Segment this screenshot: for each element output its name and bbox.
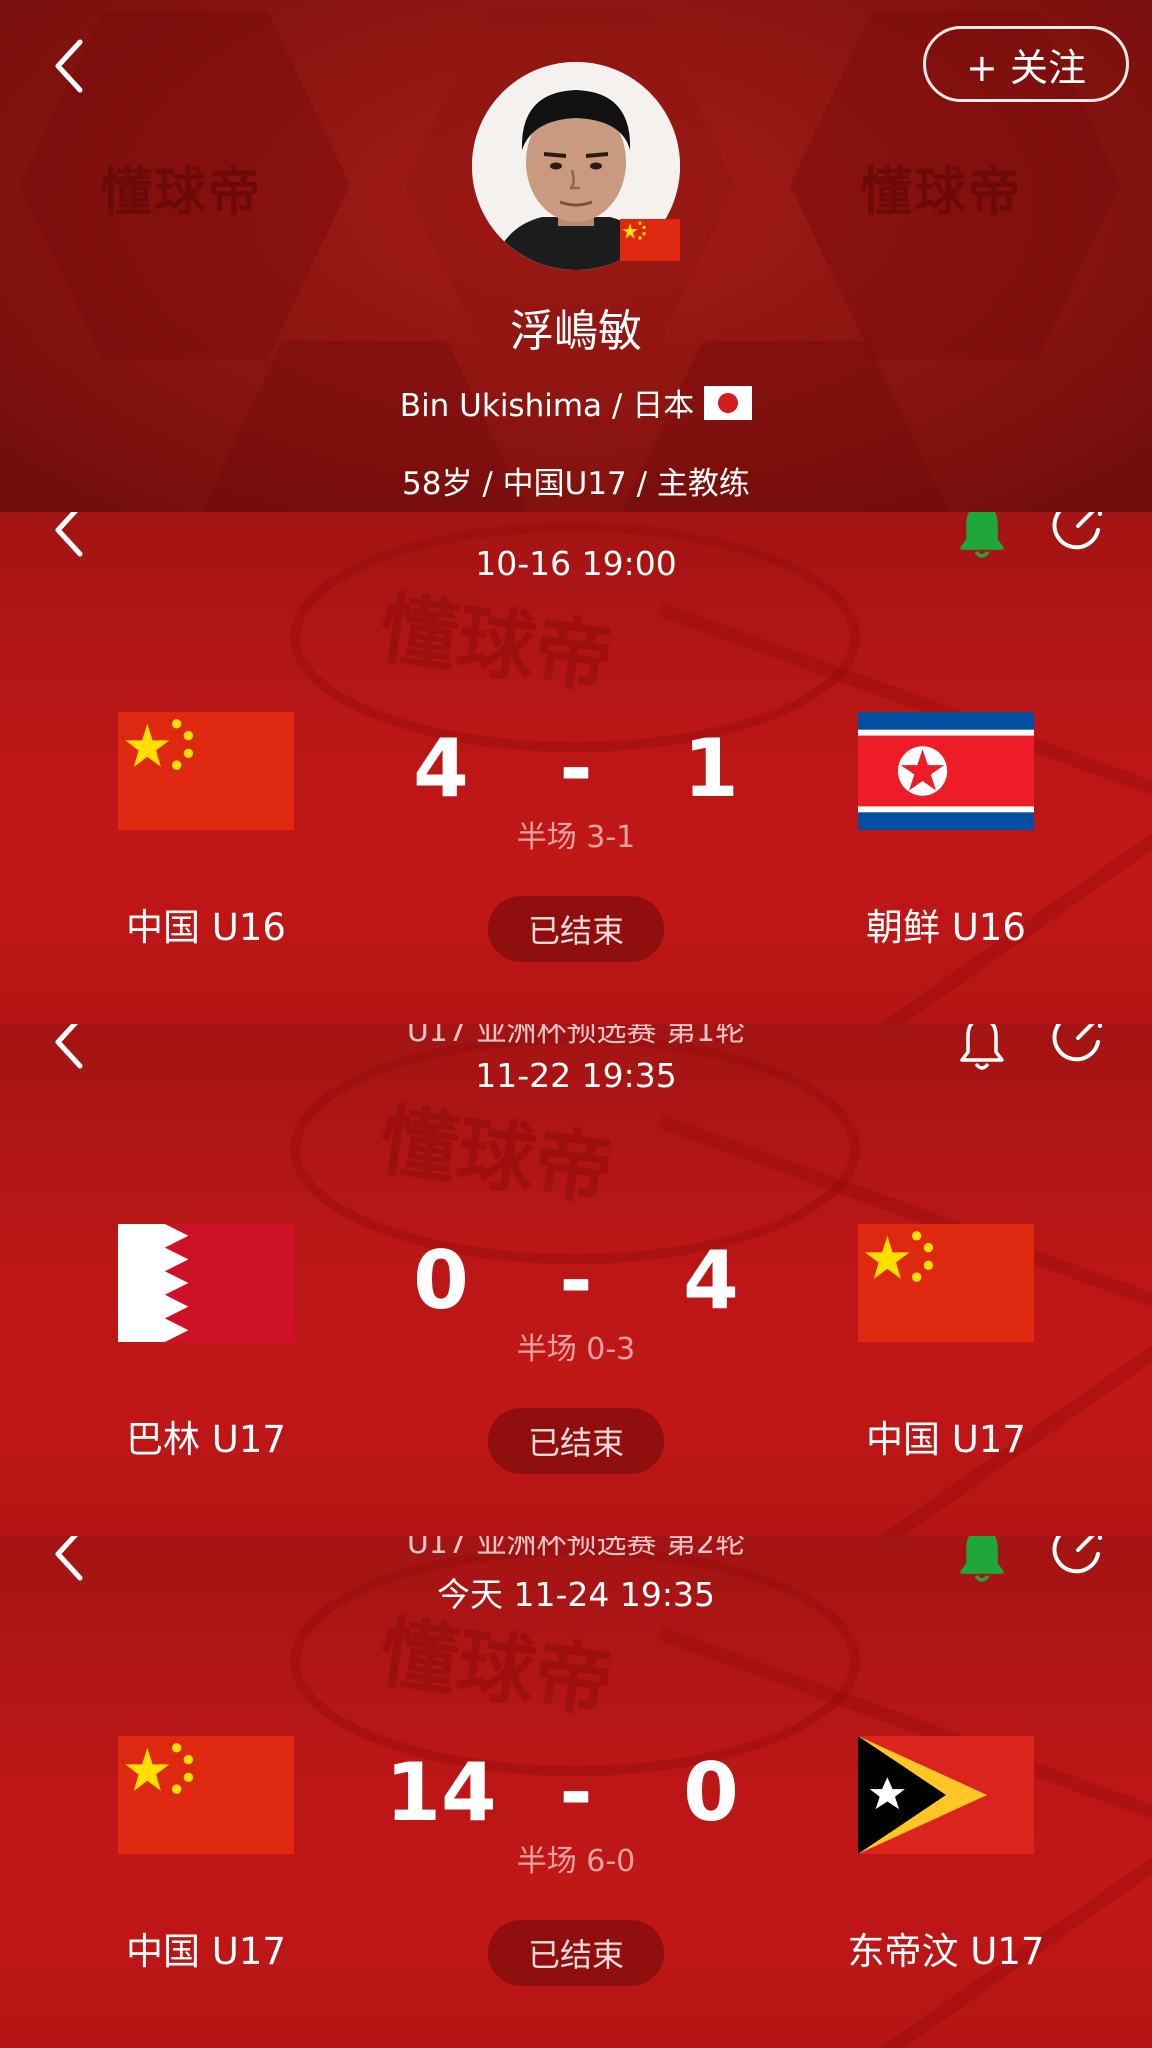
watermark-logo: 懂球帝 bbox=[860, 163, 1023, 223]
watermark-logo: 懂球帝 bbox=[100, 163, 263, 223]
home-score: 4 bbox=[413, 722, 469, 815]
home-team-name[interactable]: 中国 U16 bbox=[56, 897, 356, 951]
score-separator: - bbox=[559, 1746, 593, 1839]
back-button[interactable] bbox=[48, 36, 92, 96]
score-separator: - bbox=[559, 1234, 593, 1327]
chevron-left-icon bbox=[55, 39, 83, 93]
coach-romanized-name: Bin Ukishima / 日本 bbox=[399, 388, 695, 424]
match-panel[interactable]: 懂球帝 10-16 19:00 4 - 1 半场 3-1 中国 U16 已结束 … bbox=[0, 512, 1152, 1024]
away-score: 0 bbox=[683, 1746, 739, 1839]
coach-profile-header: 懂球帝 懂球帝 + 关注 浮嶋敏 Bin Ukishima / 日本 58岁 /… bbox=[0, 0, 1152, 512]
score-separator: - bbox=[559, 722, 593, 815]
share-icon[interactable] bbox=[1052, 1024, 1110, 1074]
match-panel[interactable]: 懂球帝 U17 亚洲杯预选赛 第1轮 11-22 19:35 0 - 4 半场 … bbox=[0, 1024, 1152, 1536]
home-score: 14 bbox=[385, 1746, 497, 1839]
home-team-name[interactable]: 巴林 U17 bbox=[56, 1409, 356, 1463]
away-team-name[interactable]: 东帝汶 U17 bbox=[796, 1921, 1096, 1975]
bell-icon[interactable] bbox=[958, 512, 1006, 562]
home-score: 0 bbox=[413, 1234, 469, 1327]
home-team-name[interactable]: 中国 U17 bbox=[56, 1921, 356, 1975]
share-icon[interactable] bbox=[1052, 1536, 1110, 1586]
halftime-score: 半场 3-1 bbox=[516, 820, 636, 855]
match-panel[interactable]: 懂球帝 U17 亚洲杯预选赛 第2轮 今天 11-24 19:35 14 - 0… bbox=[0, 1536, 1152, 2048]
away-team-name[interactable]: 朝鲜 U16 bbox=[796, 897, 1096, 951]
scoreline: 4 - 1 bbox=[376, 722, 776, 815]
scoreline: 0 - 4 bbox=[376, 1234, 776, 1327]
share-icon[interactable] bbox=[1052, 512, 1110, 562]
china-flag-icon bbox=[620, 219, 680, 261]
coach-name: 浮嶋敏 bbox=[510, 306, 642, 357]
away-team-name[interactable]: 中国 U17 bbox=[796, 1409, 1096, 1463]
away-score: 4 bbox=[683, 1234, 739, 1327]
match-competition-title: U17 亚洲杯预选赛 第2轮 bbox=[406, 1536, 746, 1561]
bell-icon[interactable] bbox=[958, 1024, 1006, 1074]
halftime-score: 半场 6-0 bbox=[516, 1844, 636, 1879]
away-score: 1 bbox=[683, 722, 739, 815]
follow-button[interactable]: + 关注 bbox=[923, 26, 1129, 102]
bell-icon[interactable] bbox=[958, 1536, 1006, 1586]
scoreline: 14 - 0 bbox=[376, 1746, 776, 1839]
coach-meta: 58岁 / 中国U17 / 主教练 bbox=[402, 466, 750, 502]
japan-flag-icon bbox=[704, 385, 753, 420]
match-status-badge: 已结束 bbox=[488, 1408, 664, 1474]
halftime-score: 半场 0-3 bbox=[516, 1332, 636, 1367]
match-status-badge: 已结束 bbox=[488, 896, 664, 962]
coach-subtitle: Bin Ukishima / 日本 bbox=[0, 380, 1152, 425]
match-competition-title: U17 亚洲杯预选赛 第1轮 bbox=[406, 1024, 746, 1049]
match-status-badge: 已结束 bbox=[488, 1920, 664, 1986]
